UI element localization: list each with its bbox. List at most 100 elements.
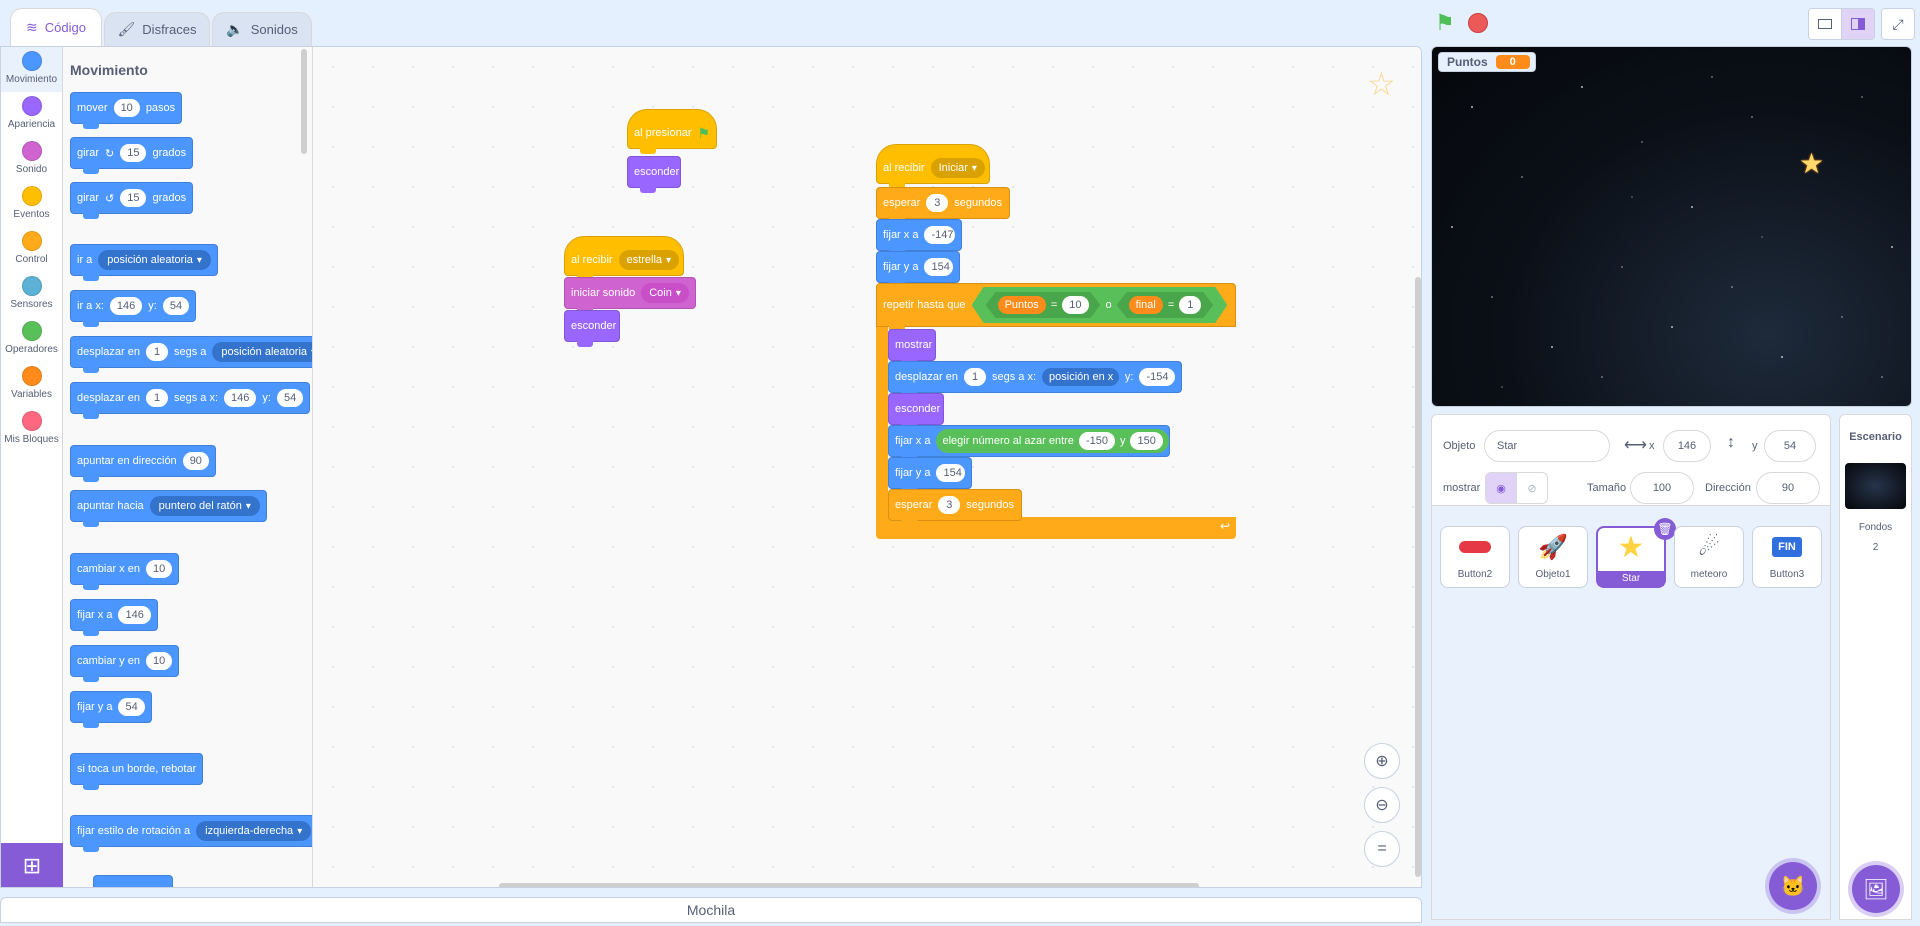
- block-input[interactable]: 154: [924, 258, 953, 276]
- show-visible-button[interactable]: ◉: [1485, 472, 1517, 504]
- block-goto-xy[interactable]: ir a x: 146 y: 54: [70, 290, 197, 327]
- zoom-in-button[interactable]: ⊕: [1364, 743, 1400, 779]
- tab-sounds[interactable]: 🔈 Sonidos: [212, 12, 312, 46]
- hat-when-flag-clicked[interactable]: al presionar ⚑: [627, 109, 717, 154]
- sprite-name-input[interactable]: Star: [1484, 430, 1610, 462]
- stop-button[interactable]: [1468, 13, 1488, 33]
- block-input[interactable]: -147: [924, 226, 955, 244]
- block-set-x[interactable]: fijar x a -147: [876, 219, 962, 256]
- block-partial[interactable]: [93, 875, 173, 887]
- block-set-x[interactable]: fijar x a 146: [70, 599, 158, 636]
- block-turn-right[interactable]: girar ↻ 15 grados: [70, 137, 194, 174]
- zoom-out-button[interactable]: ⊖: [1364, 787, 1400, 823]
- block-input[interactable]: 54: [162, 297, 190, 315]
- block-input[interactable]: 10: [1062, 296, 1088, 314]
- zoom-reset-button[interactable]: =: [1364, 831, 1400, 867]
- variable-monitor-puntos[interactable]: Puntos 0: [1438, 52, 1536, 72]
- add-extension-button[interactable]: ⊞: [1, 843, 63, 887]
- normal-stage-button[interactable]: [1841, 8, 1875, 40]
- sprite-tile-meteoro[interactable]: ☄ meteoro: [1674, 526, 1744, 588]
- block-goto[interactable]: ir a posición aleatoria: [70, 244, 218, 281]
- variable-reporter[interactable]: final: [1129, 296, 1163, 314]
- block-turn-left[interactable]: girar ↺ 15 grados: [70, 182, 194, 219]
- block-point-direction[interactable]: apuntar en dirección 90: [70, 445, 216, 482]
- block-move[interactable]: mover 10 pasos: [70, 92, 183, 129]
- block-input[interactable]: -150: [1078, 432, 1115, 450]
- category-variables[interactable]: Variables: [1, 362, 62, 407]
- block-input[interactable]: 15: [120, 144, 147, 162]
- sound-dropdown[interactable]: Coin: [641, 283, 689, 303]
- category-my-blocks[interactable]: Mis Bloques: [1, 407, 62, 452]
- hat-when-receive-estrella[interactable]: al recibir estrella: [564, 236, 684, 281]
- block-input[interactable]: -154: [1139, 368, 1175, 386]
- block-input[interactable]: 90: [182, 452, 209, 470]
- category-sensing[interactable]: Sensores: [1, 272, 62, 317]
- block-input[interactable]: 1: [964, 368, 986, 386]
- equals-condition[interactable]: final = 1: [1117, 292, 1214, 318]
- stage-target-pane[interactable]: Escenario Fondos 2 🖼: [1839, 414, 1912, 920]
- block-glide-to[interactable]: desplazar en 1 segs a posición aleatoria: [70, 336, 312, 373]
- variable-reporter[interactable]: Puntos: [998, 296, 1046, 314]
- block-input[interactable]: 146: [109, 297, 143, 315]
- direction-input[interactable]: 90: [1756, 472, 1820, 504]
- block-input[interactable]: 1: [1179, 296, 1201, 314]
- y-input[interactable]: 54: [1764, 430, 1816, 462]
- block-show[interactable]: mostrar: [888, 329, 936, 366]
- block-rotation-style[interactable]: fijar estilo de rotación a izquierda-dere…: [70, 815, 312, 852]
- message-dropdown[interactable]: estrella: [618, 250, 680, 270]
- category-control[interactable]: Control: [1, 227, 62, 272]
- or-condition[interactable]: Puntos = 10 o final = 1: [972, 287, 1228, 323]
- block-dropdown[interactable]: posición aleatoria: [98, 250, 211, 270]
- category-motion[interactable]: Movimiento: [1, 47, 62, 92]
- block-input[interactable]: 146: [118, 606, 151, 624]
- stage-canvas[interactable]: Puntos 0 ★: [1431, 46, 1912, 407]
- category-operators[interactable]: Operadores: [1, 317, 62, 362]
- tab-code[interactable]: ≋ Código: [10, 8, 102, 46]
- fullscreen-button[interactable]: ⤢: [1881, 8, 1915, 40]
- block-set-y[interactable]: fijar y a 154: [888, 457, 972, 494]
- category-events[interactable]: Eventos: [1, 182, 62, 227]
- block-wait[interactable]: esperar 3 segundos: [876, 187, 1010, 224]
- sprite-tile-objeto1[interactable]: 🚀 Objeto1: [1518, 526, 1588, 588]
- block-glide-xy[interactable]: desplazar en 1 segs a x: 146 y: 54: [70, 382, 311, 419]
- block-wait[interactable]: esperar 3 segundos: [888, 489, 1022, 526]
- palette-scrollbar[interactable]: [301, 49, 307, 154]
- random-reporter[interactable]: elegir número al azar entre -150 y 150: [936, 429, 1169, 453]
- choose-backdrop-button[interactable]: 🖼: [1852, 865, 1900, 913]
- backpack-bar[interactable]: Mochila: [0, 897, 1422, 923]
- tab-costumes[interactable]: 🖌 Disfraces: [104, 12, 210, 46]
- block-hide[interactable]: esconder: [888, 393, 944, 430]
- block-dropdown[interactable]: izquierda-derecha: [196, 821, 312, 841]
- block-input[interactable]: 146: [224, 389, 257, 407]
- block-input[interactable]: 1: [146, 389, 168, 407]
- block-change-x[interactable]: cambiar x en 10: [70, 553, 180, 590]
- sprite-tile-button2[interactable]: Button2: [1440, 526, 1510, 588]
- block-dropdown[interactable]: puntero del ratón: [149, 496, 260, 516]
- block-input[interactable]: 10: [145, 560, 173, 578]
- block-input[interactable]: 54: [118, 698, 145, 716]
- workspace-vscrollbar[interactable]: [1415, 277, 1421, 877]
- block-glide-xy[interactable]: desplazar en 1 segs a x: posición en x y: -15…: [888, 361, 1182, 398]
- hat-when-receive-iniciar[interactable]: al recibir Iniciar: [876, 144, 990, 189]
- workspace-hscrollbar[interactable]: [499, 883, 1199, 887]
- block-input[interactable]: 154: [936, 464, 965, 482]
- block-input[interactable]: 3: [926, 194, 949, 212]
- message-dropdown[interactable]: Iniciar: [930, 158, 985, 178]
- block-bounce[interactable]: si toca un borde, rebotar: [70, 753, 204, 790]
- block-hide[interactable]: esconder: [564, 310, 620, 347]
- green-flag-button[interactable]: ⚑: [1435, 10, 1455, 36]
- block-start-sound[interactable]: iniciar sonido Coin: [564, 277, 696, 314]
- block-input[interactable]: 15: [120, 189, 147, 207]
- block-input[interactable]: 150: [1130, 432, 1163, 450]
- sprite-tile-button3[interactable]: FIN Button3: [1752, 526, 1822, 588]
- script-workspace[interactable]: ☆ al presionar ⚑ esconder al recibir estre…: [313, 47, 1421, 887]
- size-input[interactable]: 100: [1630, 472, 1694, 504]
- block-input[interactable]: 54: [276, 389, 304, 407]
- block-point-towards[interactable]: apuntar hacia puntero del ratón: [70, 490, 267, 527]
- block-input[interactable]: 10: [113, 99, 140, 117]
- equals-condition[interactable]: Puntos = 10: [986, 292, 1101, 318]
- choose-sprite-button[interactable]: 🐱: [1769, 862, 1817, 910]
- block-input[interactable]: 3: [938, 496, 961, 514]
- block-change-y[interactable]: cambiar y en 10: [70, 645, 180, 682]
- category-sound[interactable]: Sonido: [1, 137, 62, 182]
